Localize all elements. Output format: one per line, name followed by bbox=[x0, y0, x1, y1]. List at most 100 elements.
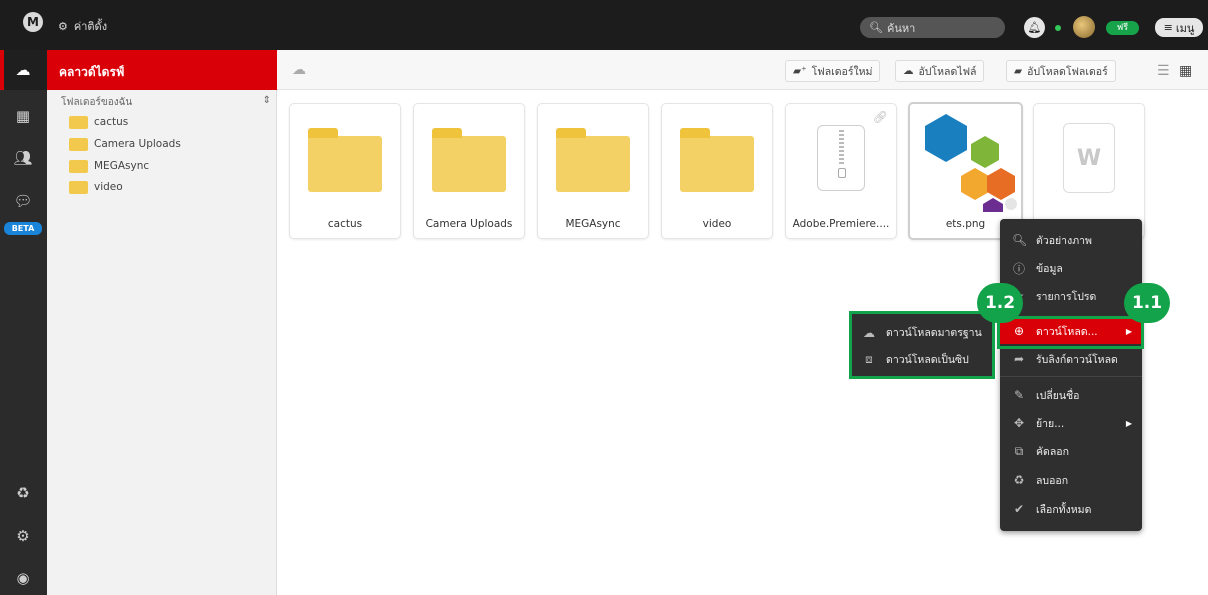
file-name: Adobe.Premiere.... bbox=[792, 218, 890, 230]
menu-item-info[interactable]: ⓘ ข้อมูล bbox=[1000, 255, 1142, 281]
avatar[interactable] bbox=[1073, 16, 1095, 38]
icon-rail: ☁ ▦ 👥︎ 💬︎ BETA ♻ ⚙ ◉ bbox=[0, 50, 47, 595]
cloud-download-icon: ☁ bbox=[863, 325, 875, 340]
folder-icon bbox=[69, 159, 88, 173]
upload-folder-button[interactable]: ▰ อัปโหลดโฟลเดอร์ bbox=[1006, 60, 1116, 82]
menu-item-label: รับลิงก์ดาวน์โหลด bbox=[1036, 353, 1118, 366]
step-badge-1-1: 1.1 bbox=[1124, 283, 1170, 323]
toolbar: ☁ ▰⁺ โฟลเดอร์ใหม่ ☁ อัปโหลดไฟล์ ▰ อัปโหล… bbox=[277, 50, 1208, 90]
contacts-icon[interactable]: 👥︎ bbox=[12, 147, 34, 169]
upload-file-button[interactable]: ☁ อัปโหลดไฟล์ bbox=[895, 60, 985, 82]
menu-button[interactable]: ≡ เมนู bbox=[1155, 18, 1203, 37]
settings-link[interactable]: ⚙ ค่าติดั้ง bbox=[58, 17, 107, 35]
settings-gear-icon[interactable]: ⚙ bbox=[12, 525, 34, 547]
submenu-item-label: ดาวน์โหลดมาตรฐาน bbox=[886, 327, 982, 339]
tree-root-label: โฟลเดอร์ของฉัน bbox=[61, 97, 133, 108]
trash-icon: ♻ bbox=[1013, 473, 1025, 487]
folder-tree-panel: คลาวด์ไดรฟ์ โฟลเดอร์ของฉัน ⇕ cactus Came… bbox=[47, 50, 277, 595]
mega-logo-icon[interactable]: M bbox=[23, 12, 43, 32]
new-folder-icon: ▰⁺ bbox=[793, 65, 807, 77]
plan-badge[interactable]: ฟรี bbox=[1106, 21, 1139, 35]
tree-root[interactable]: โฟลเดอร์ของฉัน ⇕ bbox=[61, 95, 271, 110]
search-icon: 🔍︎ bbox=[869, 21, 883, 34]
tree-item-video[interactable]: video bbox=[69, 179, 123, 195]
menu-item-remove[interactable]: ♻ ลบออก bbox=[1000, 467, 1142, 493]
download-highlight-box bbox=[997, 316, 1144, 349]
notification-bell-icon[interactable]: 🔔︎ bbox=[1024, 17, 1045, 38]
folder-icon bbox=[69, 115, 88, 129]
folder-icon bbox=[432, 128, 506, 192]
submenu-item-label: ดาวน์โหลดเป็นซิป bbox=[886, 354, 969, 366]
folder-icon bbox=[308, 128, 382, 192]
zip-file-icon bbox=[817, 125, 865, 191]
link-icon: ➦ bbox=[1013, 352, 1025, 366]
top-bar: M ⚙ ค่าติดั้ง 🔍︎ ค้นหา 🔔︎ ฟรี ≡ เมนู bbox=[0, 0, 1208, 50]
folder-thumbnail bbox=[538, 104, 648, 212]
upload-cloud-icon: ☁ bbox=[903, 65, 914, 77]
zip-download-icon: ⧈ bbox=[865, 352, 873, 366]
tree-item-label: video bbox=[94, 181, 123, 193]
grid-view-icon[interactable]: ▦ bbox=[1179, 63, 1192, 79]
chat-icon[interactable]: 💬︎ bbox=[12, 190, 34, 212]
submenu-item-zip-download[interactable]: ⧈ ดาวน์โหลดเป็นซิป bbox=[852, 347, 992, 372]
folder-icon bbox=[680, 128, 754, 192]
file-name: Camera Uploads bbox=[425, 218, 513, 230]
hamburger-icon: ≡ bbox=[1163, 21, 1173, 34]
info-icon: ⓘ bbox=[1012, 261, 1025, 276]
shared-folder-icon[interactable]: ▦ bbox=[12, 105, 34, 127]
copy-icon: ⧉ bbox=[1014, 443, 1024, 458]
zip-thumbnail bbox=[786, 104, 896, 212]
tree-item-camera-uploads[interactable]: Camera Uploads bbox=[69, 136, 181, 152]
menu-item-preview[interactable]: 🔍︎ ตัวอย่างภาพ bbox=[1000, 227, 1142, 253]
new-folder-button[interactable]: ▰⁺ โฟลเดอร์ใหม่ bbox=[785, 60, 881, 82]
context-menu: 🔍︎ ตัวอย่างภาพ ⓘ ข้อมูล ★ รายการโปรด ⊕ ด… bbox=[1000, 219, 1142, 531]
new-folder-label: โฟลเดอร์ใหม่ bbox=[811, 65, 873, 78]
file-card-cactus[interactable]: cactus bbox=[289, 103, 401, 239]
pencil-icon: ✎ bbox=[1013, 388, 1025, 402]
folder-icon bbox=[556, 128, 630, 192]
menu-item-rename[interactable]: ✎ เปลี่ยนชื่อ bbox=[1000, 382, 1142, 408]
upload-folder-label: อัปโหลดโฟลเดอร์ bbox=[1027, 65, 1108, 78]
menu-item-get-link[interactable]: ➦ รับลิงก์ดาวน์โหลด bbox=[1000, 346, 1142, 372]
file-name: video bbox=[702, 218, 732, 230]
folder-icon bbox=[69, 137, 88, 151]
folder-thumbnail bbox=[662, 104, 772, 212]
tree-item-cactus[interactable]: cactus bbox=[69, 114, 128, 130]
menu-divider bbox=[1000, 376, 1142, 377]
tree-item-label: cactus bbox=[94, 116, 129, 128]
list-view-icon[interactable]: ☰ bbox=[1157, 63, 1170, 79]
file-card-megasync[interactable]: MEGAsync bbox=[537, 103, 649, 239]
file-card-camera-uploads[interactable]: Camera Uploads bbox=[413, 103, 525, 239]
breadcrumb-cloud-icon[interactable]: ☁ bbox=[292, 62, 306, 78]
step-badge-1-2: 1.2 bbox=[977, 283, 1023, 323]
sort-icon[interactable]: ⇕ bbox=[263, 95, 271, 110]
settings-icon: ⚙ bbox=[58, 19, 68, 33]
menu-item-label: ตัวอย่างภาพ bbox=[1036, 234, 1092, 247]
menu-item-move[interactable]: ✥ ย้าย... ▶ bbox=[1000, 410, 1142, 436]
tree-item-megasync[interactable]: MEGAsync bbox=[69, 158, 149, 174]
menu-item-copy[interactable]: ⧉ คัดลอก bbox=[1000, 438, 1142, 464]
cloud-icon[interactable]: ☁ bbox=[12, 59, 34, 81]
file-name: MEGAsync bbox=[565, 218, 621, 230]
file-card-video[interactable]: video bbox=[661, 103, 773, 239]
search-placeholder: ค้นหา bbox=[886, 21, 916, 35]
search-input[interactable]: 🔍︎ ค้นหา bbox=[860, 17, 1005, 38]
folder-icon bbox=[69, 180, 88, 194]
image-thumbnail bbox=[910, 104, 1021, 212]
settings-label: ค่าติดั้ง bbox=[73, 20, 108, 33]
online-status-icon bbox=[1055, 25, 1061, 31]
search-icon: 🔍︎ bbox=[1012, 233, 1028, 247]
menu-item-select-all[interactable]: ✔ เลือกทั้งหมด bbox=[1000, 496, 1142, 522]
check-icon: ✔ bbox=[1013, 502, 1025, 516]
tree-item-label: Camera Uploads bbox=[94, 138, 181, 150]
menu-item-label: ย้าย... bbox=[1036, 417, 1065, 430]
rubbish-bin-icon[interactable]: ♻ bbox=[12, 482, 34, 504]
tree-item-label: MEGAsync bbox=[94, 160, 150, 172]
doc-thumbnail: W bbox=[1034, 104, 1144, 212]
file-card-adobe-premiere[interactable]: 🔗︎ Adobe.Premiere.... bbox=[785, 103, 897, 239]
menu-item-label: เปลี่ยนชื่อ bbox=[1036, 389, 1080, 402]
submenu-item-standard-download[interactable]: ☁ ดาวน์โหลดมาตรฐาน bbox=[852, 320, 992, 345]
move-icon: ✥ bbox=[1013, 416, 1025, 430]
transfers-icon[interactable]: ◉ bbox=[12, 567, 34, 589]
menu-item-label: คัดลอก bbox=[1036, 445, 1069, 458]
